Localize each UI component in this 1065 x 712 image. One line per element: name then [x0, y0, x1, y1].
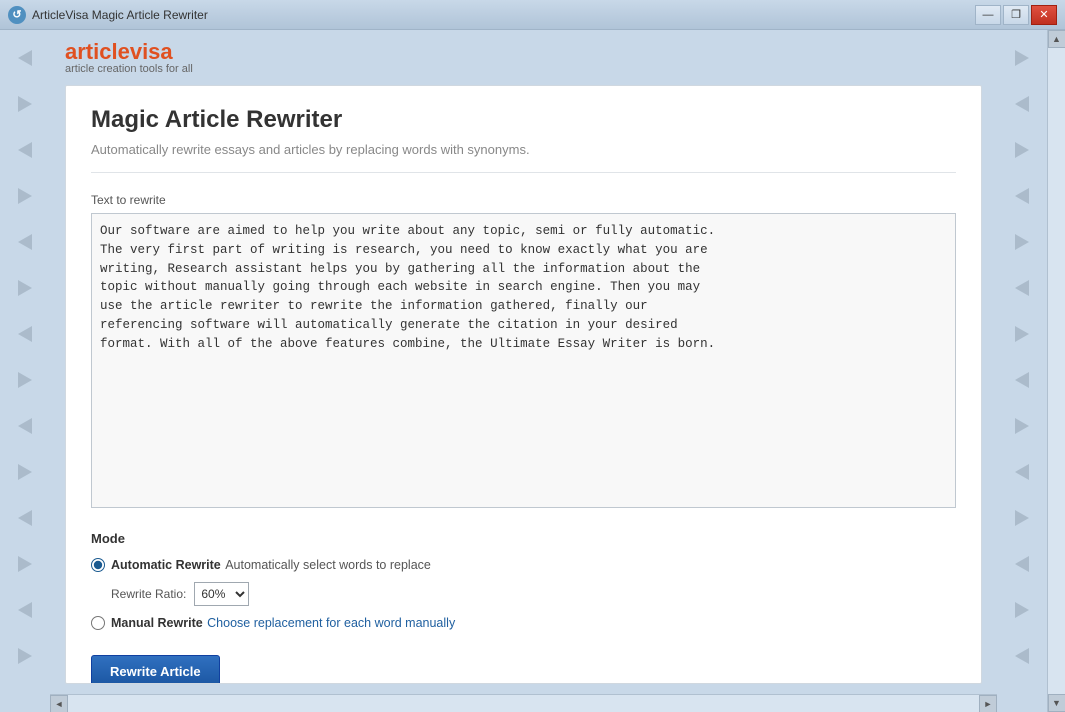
bottom-scrollbar: ◄ ► — [50, 694, 997, 712]
minimize-button[interactable]: — — [975, 5, 1001, 25]
right-deco-triangle-2 — [1015, 96, 1029, 112]
text-label: Text to rewrite — [91, 193, 956, 207]
logo-area: articlevisa article creation tools for a… — [65, 41, 193, 75]
restore-button[interactable]: ❐ — [1003, 5, 1029, 25]
deco-triangle-11 — [18, 510, 32, 526]
right-deco-triangle-6 — [1015, 280, 1029, 296]
right-deco-triangle-13 — [1015, 602, 1029, 618]
text-input[interactable] — [91, 213, 956, 508]
automatic-desc: Automatically select words to replace — [225, 558, 431, 572]
right-deco-triangle-4 — [1015, 188, 1029, 204]
right-deco-triangle-1 — [1015, 50, 1029, 66]
logo-subtitle: article creation tools for all — [65, 63, 193, 75]
deco-triangle-5 — [18, 234, 32, 250]
deco-triangle-12 — [18, 556, 32, 572]
mode-section: Mode Automatic Rewrite Automatically sel… — [91, 531, 956, 684]
deco-triangle-13 — [18, 602, 32, 618]
mode-label: Mode — [91, 531, 956, 546]
left-decoration — [0, 30, 50, 712]
bottom-section: Rewrite Article — [91, 647, 956, 684]
horizontal-scroll-track[interactable] — [68, 695, 979, 712]
scroll-left-arrow[interactable]: ◄ — [50, 695, 68, 712]
deco-triangle-6 — [18, 280, 32, 296]
deco-triangle-3 — [18, 142, 32, 158]
logo-text: articlevisa — [65, 41, 193, 63]
white-content-box: Magic Article Rewriter Automatically rew… — [65, 85, 982, 684]
textarea-wrapper — [91, 213, 956, 513]
deco-triangle-10 — [18, 464, 32, 480]
ratio-select[interactable]: 60% 40% 80% 100% — [194, 582, 249, 606]
automatic-label: Automatic Rewrite — [111, 558, 221, 572]
page-subtitle: Automatically rewrite essays and article… — [91, 142, 956, 173]
right-decoration — [997, 30, 1047, 712]
deco-triangle-7 — [18, 326, 32, 342]
deco-triangle-9 — [18, 418, 32, 434]
scroll-down-arrow[interactable]: ▼ — [1048, 694, 1065, 712]
window-controls: — ❐ ✕ — [975, 5, 1057, 25]
right-deco-triangle-11 — [1015, 510, 1029, 526]
deco-triangle-2 — [18, 96, 32, 112]
vertical-scrollbar: ▲ ▼ — [1047, 30, 1065, 712]
right-deco-triangle-12 — [1015, 556, 1029, 572]
right-deco-triangle-3 — [1015, 142, 1029, 158]
ratio-label: Rewrite Ratio: — [111, 587, 186, 601]
vertical-scroll-track[interactable] — [1048, 48, 1065, 694]
right-deco-triangle-14 — [1015, 648, 1029, 664]
automatic-radio-label: Automatic Rewrite Automatically select w… — [111, 556, 431, 574]
logo-text-highlight: visa — [130, 39, 173, 64]
deco-triangle-4 — [18, 188, 32, 204]
close-button[interactable]: ✕ — [1031, 5, 1057, 25]
main-area: articlevisa article creation tools for a… — [0, 30, 1065, 712]
automatic-radio-row: Automatic Rewrite Automatically select w… — [91, 556, 956, 574]
manual-label: Manual Rewrite — [111, 616, 203, 630]
right-deco-triangle-8 — [1015, 372, 1029, 388]
right-deco-triangle-9 — [1015, 418, 1029, 434]
window-title: ArticleVisa Magic Article Rewriter — [32, 8, 208, 22]
right-deco-triangle-7 — [1015, 326, 1029, 342]
right-deco-triangle-5 — [1015, 234, 1029, 250]
manual-radio[interactable] — [91, 616, 105, 630]
rewrite-ratio-row: Rewrite Ratio: 60% 40% 80% 100% — [111, 582, 956, 606]
rewrite-button[interactable]: Rewrite Article — [91, 655, 220, 684]
deco-triangle-8 — [18, 372, 32, 388]
title-bar-left: ↺ ArticleVisa Magic Article Rewriter — [8, 6, 208, 24]
deco-triangle-1 — [18, 50, 32, 66]
application-window: ↺ ArticleVisa Magic Article Rewriter — ❐… — [0, 0, 1065, 712]
scroll-right-arrow[interactable]: ► — [979, 695, 997, 712]
logo-text-prefix: article — [65, 39, 130, 64]
content-panel: articlevisa article creation tools for a… — [50, 30, 997, 712]
right-deco-triangle-10 — [1015, 464, 1029, 480]
automatic-radio[interactable] — [91, 558, 105, 572]
deco-triangle-14 — [18, 648, 32, 664]
manual-radio-row: Manual Rewrite Choose replacement for ea… — [91, 614, 956, 632]
header: articlevisa article creation tools for a… — [50, 30, 997, 85]
manual-radio-label: Manual Rewrite Choose replacement for ea… — [111, 614, 455, 632]
page-title: Magic Article Rewriter — [91, 106, 956, 134]
title-bar: ↺ ArticleVisa Magic Article Rewriter — ❐… — [0, 0, 1065, 30]
scroll-up-arrow[interactable]: ▲ — [1048, 30, 1065, 48]
app-icon: ↺ — [8, 6, 26, 24]
manual-desc: Choose replacement for each word manuall… — [207, 616, 455, 630]
